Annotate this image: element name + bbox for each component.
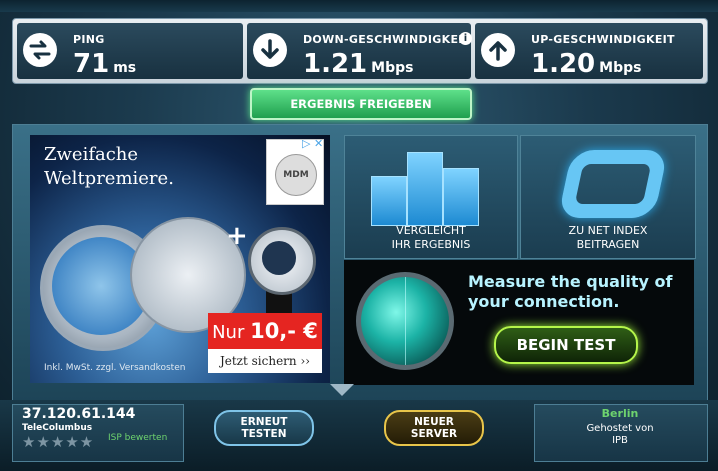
adchoices-icon[interactable]: ▷ ✕ bbox=[302, 137, 323, 150]
begin-test-button[interactable]: BEGIN TEST bbox=[494, 326, 638, 364]
ad-cta-button[interactable]: Jetzt sichern ›› bbox=[208, 349, 322, 373]
ping-arrows-icon bbox=[23, 33, 57, 67]
chart-bar bbox=[371, 176, 407, 226]
download-arrow-icon bbox=[253, 33, 287, 67]
plus-icon: + bbox=[226, 221, 248, 251]
advertisement[interactable]: Zweifache Weltpremiere. MDM ▷ ✕ + Nur 10… bbox=[30, 135, 330, 383]
promo-text: Measure the quality of your connection. bbox=[468, 272, 673, 311]
ad-title: Zweifache Weltpremiere. bbox=[44, 144, 174, 189]
ad-price: Nur 10,- € bbox=[208, 313, 322, 349]
upload-stat: UP-GESCHWINDIGKEIT 1.20 Mbps bbox=[475, 23, 703, 79]
ip-address: 37.120.61.144 bbox=[22, 406, 136, 422]
upload-number: 1.20 bbox=[531, 49, 596, 79]
results-panel: PING 71 ms DOWN-GESCHWINDIGKEIT i 1.21 Mbp… bbox=[12, 18, 708, 84]
upload-value: 1.20 Mbps bbox=[531, 50, 641, 82]
net-index-tile[interactable]: ZU NET INDEX BEITRAGEN bbox=[520, 135, 696, 259]
chart-bar bbox=[407, 152, 443, 226]
download-number: 1.21 bbox=[303, 49, 368, 79]
top-bar bbox=[0, 0, 718, 12]
bar-chart-icon bbox=[365, 146, 495, 226]
mdm-seal-icon: MDM bbox=[275, 154, 317, 196]
share-result-button[interactable]: ERGEBNIS FREIGEBEN bbox=[250, 88, 472, 120]
net-index-icon bbox=[557, 150, 669, 218]
chart-bar bbox=[443, 168, 479, 226]
download-unit: Mbps bbox=[371, 60, 414, 76]
compare-results-tile[interactable]: VERGLEICHT IHR ERGEBNIS bbox=[344, 135, 518, 259]
ping-label: PING bbox=[73, 33, 105, 46]
download-value: 1.21 Mbps bbox=[303, 50, 413, 82]
chevron-down-icon bbox=[330, 384, 354, 396]
server-host: Gehostet von IPB bbox=[586, 423, 654, 446]
price-value: 10,- € bbox=[250, 319, 318, 343]
globe-meridian bbox=[405, 277, 406, 365]
globe-icon bbox=[356, 272, 454, 370]
download-label: DOWN-GESCHWINDIGKEIT bbox=[303, 33, 471, 46]
ping-number: 71 bbox=[73, 49, 110, 79]
net-index-label: ZU NET INDEX BEITRAGEN bbox=[568, 224, 648, 251]
retest-button[interactable]: ERNEUT TESTEN bbox=[214, 410, 314, 446]
compare-results-label: VERGLEICHT IHR ERGEBNIS bbox=[391, 224, 471, 251]
rate-isp-link[interactable]: ISP bewerten bbox=[108, 433, 167, 443]
isp-name: TeleColumbus bbox=[22, 423, 93, 433]
upload-unit: Mbps bbox=[599, 60, 642, 76]
price-prefix: Nur bbox=[212, 322, 251, 343]
new-server-button[interactable]: NEUER SERVER bbox=[384, 410, 484, 446]
ping-unit: ms bbox=[113, 60, 137, 76]
upload-arrow-icon bbox=[481, 33, 515, 67]
upload-label: UP-GESCHWINDIGKEIT bbox=[531, 33, 675, 46]
ping-stat: PING 71 ms bbox=[17, 23, 243, 79]
watch-face bbox=[262, 241, 296, 275]
rating-stars[interactable]: ★★★★★ bbox=[22, 433, 94, 451]
begin-test-promo: Measure the quality of your connection. … bbox=[344, 260, 694, 385]
ping-value: 71 ms bbox=[73, 50, 136, 82]
ad-fine-print: Inkl. MwSt. zzgl. Versandkosten bbox=[44, 363, 186, 373]
download-stat: DOWN-GESCHWINDIGKEIT i 1.21 Mbps bbox=[247, 23, 472, 82]
info-icon[interactable]: i bbox=[459, 32, 472, 45]
server-city: Berlin bbox=[601, 407, 639, 420]
